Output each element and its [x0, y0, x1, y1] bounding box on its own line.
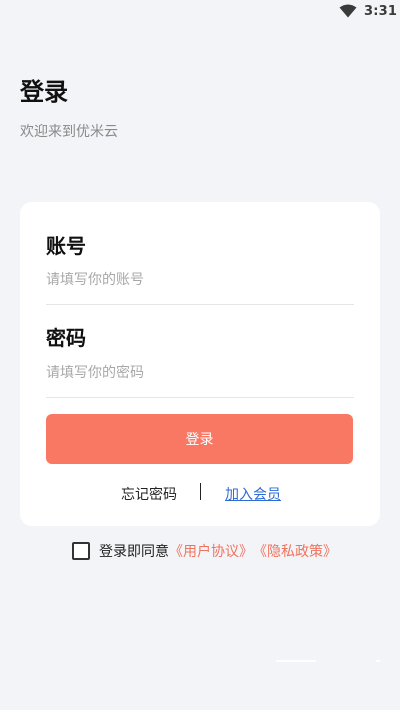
login-screen: 3:31 登录 欢迎来到优米云 账号 密码 登录 忘记密码 加入会员 登录即同意…: [0, 0, 400, 710]
account-divider: [46, 304, 354, 305]
login-card: 账号 密码 登录 忘记密码 加入会员: [20, 202, 380, 526]
home-indicator-dot: [376, 660, 380, 662]
password-divider: [46, 397, 354, 398]
status-bar: 3:31: [0, 0, 400, 26]
page-subtitle: 欢迎来到优米云: [20, 124, 118, 140]
account-label: 账号: [46, 234, 86, 258]
link-separator: [200, 483, 201, 500]
status-time: 3:31: [364, 4, 398, 19]
page-title: 登录: [20, 78, 68, 106]
wifi-icon: [339, 4, 357, 18]
forgot-password-link[interactable]: 忘记密码: [121, 484, 177, 504]
auxiliary-links: 忘记密码 加入会员: [20, 482, 380, 504]
agreement-prefix: 登录即同意: [99, 544, 169, 560]
password-input[interactable]: [46, 359, 354, 387]
account-input[interactable]: [46, 266, 354, 294]
privacy-policy-link[interactable]: 《隐私政策》: [253, 541, 337, 561]
home-indicator: [276, 660, 316, 662]
agreement-row: 登录即同意 《用户协议》 《隐私政策》: [72, 541, 337, 561]
user-agreement-link[interactable]: 《用户协议》: [169, 541, 253, 561]
password-label: 密码: [46, 326, 86, 350]
login-button[interactable]: 登录: [46, 414, 353, 464]
join-member-link[interactable]: 加入会员: [225, 484, 281, 504]
agreement-checkbox[interactable]: [72, 542, 90, 560]
